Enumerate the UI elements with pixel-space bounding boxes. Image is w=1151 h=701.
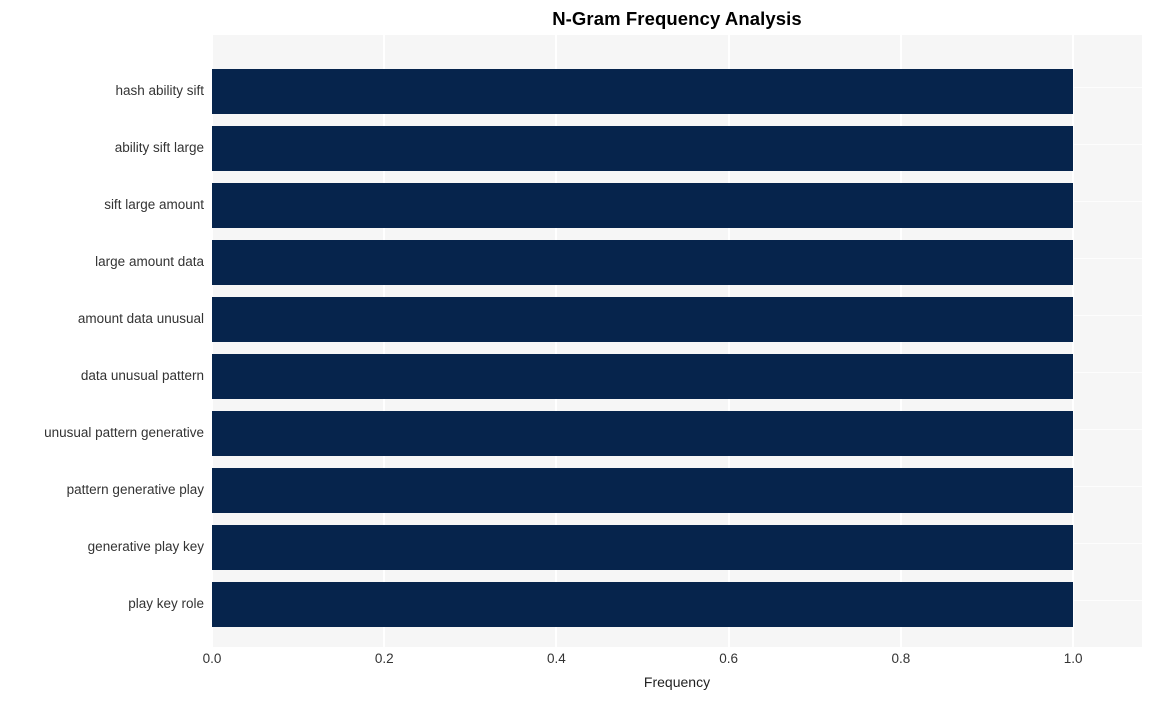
bar-row [212, 120, 1142, 177]
bar [212, 240, 1074, 286]
x-tick-label: 0.2 [374, 651, 394, 666]
x-tick-label: 0.0 [202, 651, 222, 666]
bar-row [212, 234, 1142, 291]
bar-row [212, 462, 1142, 519]
plot-area [212, 35, 1142, 647]
x-tick-label: 0.6 [719, 651, 739, 666]
y-tick-label: hash ability sift [115, 83, 204, 99]
bar [212, 69, 1074, 115]
y-tick-label: pattern generative play [66, 482, 204, 498]
x-axis-label: Frequency [643, 674, 711, 690]
y-tick-label: large amount data [95, 254, 204, 270]
bar [212, 582, 1074, 628]
bar-row [212, 348, 1142, 405]
bar-row [212, 405, 1142, 462]
bar [212, 468, 1074, 514]
y-tick-label: data unusual pattern [80, 368, 204, 384]
x-tick-label: 0.4 [547, 651, 566, 666]
x-tick-label: 0.8 [891, 651, 911, 666]
bar-row [212, 519, 1142, 576]
bar [212, 411, 1074, 457]
chart-figure: N-Gram Frequency Analysis hash ability s… [0, 0, 1151, 701]
chart-title: N-Gram Frequency Analysis [552, 8, 802, 29]
bar [212, 297, 1074, 343]
bar-row [212, 63, 1142, 120]
y-tick-label: ability sift large [114, 140, 204, 156]
bar [212, 525, 1074, 571]
y-tick-label: play key role [128, 596, 204, 612]
bar-row [212, 291, 1142, 348]
y-tick-label: amount data unusual [77, 311, 204, 327]
bar [212, 183, 1074, 229]
bar-row [212, 177, 1142, 234]
y-tick-label: generative play key [87, 539, 204, 555]
bar [212, 354, 1074, 400]
bar-row [212, 576, 1142, 633]
y-tick-label: sift large amount [104, 197, 204, 213]
bar [212, 126, 1074, 172]
y-tick-label: unusual pattern generative [44, 425, 204, 441]
x-tick-label: 1.0 [1063, 651, 1083, 666]
